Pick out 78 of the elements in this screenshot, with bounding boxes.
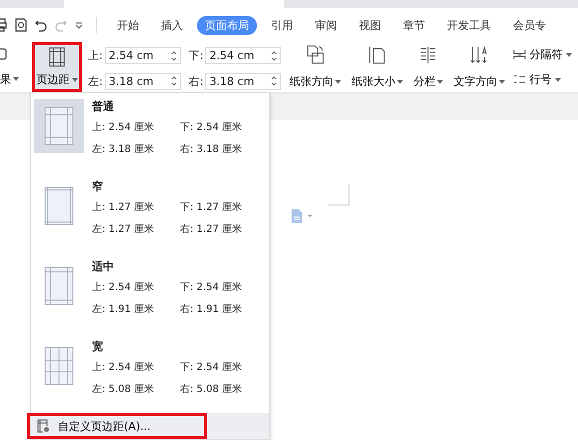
margin-value: 右: 1.91 厘米 [180, 302, 243, 316]
margin-value: 左: 1.91 厘米 [92, 302, 155, 316]
field-label: 左: [88, 74, 103, 89]
margin-value: 上: 1.27 厘米 [92, 200, 155, 214]
text-direction-icon [469, 45, 490, 65]
margin-value: 上: 2.54 厘米 [92, 120, 155, 134]
preset-name: 窄 [92, 179, 104, 194]
spinner-icon[interactable] [271, 50, 278, 62]
ribbon-button[interactable]: 文字方向 [451, 42, 508, 92]
caret-icon [13, 77, 19, 82]
margin-value: 上: 2.54 厘米 [92, 360, 155, 374]
ribbon-button[interactable]: 分栏 [411, 42, 446, 92]
page-settings-icon [36, 419, 50, 433]
page-icon [367, 45, 388, 65]
caret-icon [437, 80, 444, 84]
caret-icon [397, 80, 404, 84]
undo-icon[interactable] [34, 18, 48, 32]
margin-value: 下: 2.54 厘米 [180, 280, 243, 294]
page-margins-icon [44, 107, 74, 145]
margin-value: 左: 1.27 厘米 [92, 222, 155, 236]
margins-button[interactable]: 页边距 [32, 42, 82, 92]
margin-value: 右: 1.27 厘米 [180, 222, 243, 236]
custom-margins-item[interactable]: 自定义页边距(A)... [27, 413, 207, 439]
preset-name: 普通 [92, 99, 115, 114]
menu-tab[interactable]: 开始 [109, 16, 147, 34]
rotate-page-icon [305, 45, 326, 65]
spinner-icon[interactable] [170, 50, 177, 62]
margin-value: 左: 5.08 厘米 [92, 382, 155, 396]
margin-value: 上: 2.54 厘米 [92, 280, 155, 294]
margin-value: 左: 3.18 厘米 [92, 142, 155, 156]
menu-tab[interactable]: 开发工具 [439, 16, 499, 34]
menu-tab[interactable]: 插入 [153, 16, 191, 34]
preset-name: 适中 [92, 259, 115, 274]
page-corner-mark [328, 184, 350, 206]
spinner-icon[interactable] [271, 75, 278, 88]
caret-icon [499, 80, 506, 84]
page-margins-icon [44, 187, 74, 225]
margin-preset[interactable]: 适中 上: 2.54 厘米 下: 2.54 厘米 左: 1.91 厘米 右: 1.91 厘米 [31, 253, 269, 333]
columns-icon [418, 45, 438, 65]
menu-tab[interactable]: 会员专 [505, 16, 554, 34]
ribbon-button[interactable]: 分隔符 [513, 47, 572, 62]
page-margins-icon [47, 47, 67, 67]
caret-icon [72, 78, 78, 82]
ribbon-button[interactable]: 纸张方向 [287, 42, 344, 92]
caret-icon [566, 52, 572, 56]
margin-preset[interactable]: 宽 上: 2.54 厘米 下: 2.54 厘米 左: 5.08 厘米 右: 5.08 厘米 [31, 333, 269, 413]
menu-tab[interactable]: 审阅 [307, 16, 345, 34]
menu-tab[interactable]: 引用 [263, 16, 301, 34]
caret-icon [555, 78, 562, 82]
margin-preset[interactable]: 窄 上: 1.27 厘米 下: 1.27 厘米 左: 1.27 厘米 右: 1.27 厘米 [31, 173, 269, 253]
menu-tab[interactable]: 章节 [395, 16, 433, 34]
field-label: 下: [188, 48, 204, 64]
margin-value: 下: 2.54 厘米 [180, 120, 243, 134]
margin-value: 下: 1.27 厘米 [180, 200, 243, 214]
margin-field[interactable]: 2.54 cm [104, 47, 181, 64]
line-numbers-icon [513, 73, 526, 86]
page-margins-icon [44, 267, 74, 305]
preview-icon[interactable] [14, 18, 28, 32]
customize-icon[interactable] [74, 20, 84, 30]
preset-name: 宽 [92, 339, 104, 354]
spinner-icon[interactable] [170, 75, 177, 88]
ribbon-button[interactable]: 纸张大小 [349, 42, 406, 92]
margin-field[interactable]: 3.18 cm [205, 72, 282, 90]
ribbon-button[interactable]: 行号 [513, 72, 572, 87]
ribbon-button[interactable]: 果 [0, 72, 22, 87]
page-break-icon [513, 48, 526, 61]
margin-field[interactable]: 3.18 cm [104, 72, 181, 90]
field-label: 上: [88, 48, 103, 64]
frame-icon[interactable] [0, 47, 8, 62]
menu-tab[interactable]: 视图 [351, 16, 389, 34]
margin-value: 下: 2.54 厘米 [180, 360, 243, 374]
caret-icon [335, 80, 342, 84]
margin-value: 右: 5.08 厘米 [180, 382, 243, 396]
page-margins-icon [44, 347, 74, 385]
margin-value: 右: 3.18 厘米 [180, 142, 243, 156]
field-label: 右: [188, 74, 204, 89]
margin-preset[interactable]: 普通 上: 2.54 厘米 下: 2.54 厘米 左: 3.18 厘米 右: 3.18 厘米 [31, 93, 269, 173]
margin-field[interactable]: 2.54 cm [205, 47, 282, 64]
